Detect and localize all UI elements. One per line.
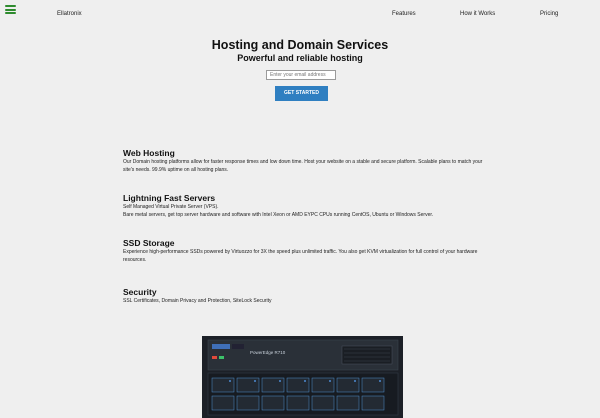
feature-title: SSD Storage	[123, 238, 175, 248]
menu-bar	[5, 12, 16, 14]
server-model-label: PowerEdge R710	[250, 350, 286, 355]
feature-ssd-storage: SSD Storage Experience high-performance …	[123, 238, 493, 264]
brand-name[interactable]: Ellatronix	[57, 11, 82, 17]
feature-title: Security	[123, 287, 157, 297]
menu-bar	[5, 5, 16, 7]
nav-features[interactable]: Features	[392, 11, 416, 17]
hamburger-menu-icon[interactable]	[5, 5, 16, 14]
feature-title: Web Hosting	[123, 148, 175, 158]
hero-subtitle: Powerful and reliable hosting	[237, 53, 363, 63]
email-input[interactable]	[266, 70, 336, 80]
server-rack-illustration: PowerEdge R710	[202, 336, 403, 418]
feature-security: Security SSL Certificates, Domain Privac…	[123, 287, 493, 306]
feature-lightning-fast-servers: Lightning Fast Servers Self Managed Virt…	[123, 193, 493, 219]
feature-description: Bare metal servers, get top server hardw…	[123, 211, 434, 218]
get-started-button[interactable]: GET STARTED	[275, 86, 328, 101]
feature-title: Lightning Fast Servers	[123, 193, 216, 203]
nav-pricing[interactable]: Pricing	[540, 11, 558, 17]
feature-description: Our Domain hosting platforms allow for f…	[123, 159, 483, 173]
menu-bar	[5, 8, 16, 11]
feature-description: Self Managed Virtual Private Server (VPS…	[123, 204, 219, 210]
feature-description: SSL Certificates, Domain Privacy and Pro…	[123, 298, 272, 304]
hero-title: Hosting and Domain Services	[211, 38, 389, 52]
server-rack-image: PowerEdge R710	[202, 336, 403, 418]
feature-web-hosting: Web Hosting Our Domain hosting platforms…	[123, 148, 493, 174]
nav-how-it-works[interactable]: How it Works	[460, 11, 495, 17]
feature-description: Experience high-performance SSDs powered…	[123, 249, 478, 263]
